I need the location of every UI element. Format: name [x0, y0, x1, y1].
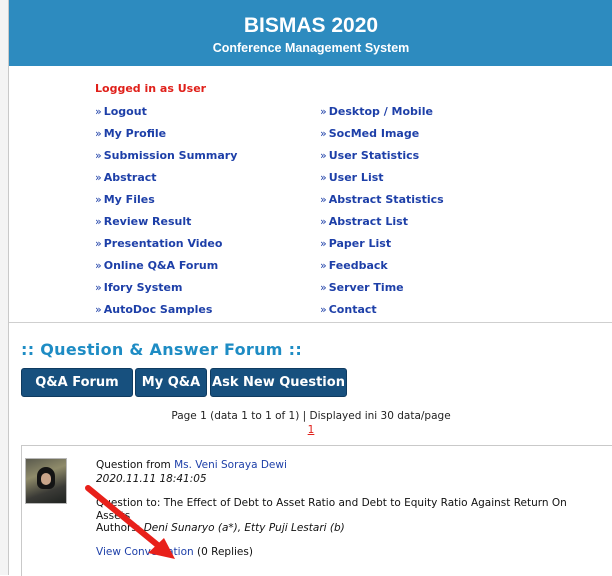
my-qa-button[interactable]: My Q&A	[135, 368, 207, 397]
menu-item-user-statistics[interactable]: » User Statistics	[320, 149, 419, 162]
bullet-icon: »	[95, 171, 102, 184]
bullet-icon: »	[95, 193, 102, 206]
avatar	[25, 458, 67, 504]
site-subtitle: Conference Management System	[212, 41, 410, 55]
menu-item-online-qa-forum[interactable]: » Online Q&A Forum	[95, 259, 218, 272]
menu-item-abstract-statistics[interactable]: » Abstract Statistics	[320, 193, 444, 206]
bullet-icon: »	[95, 105, 102, 118]
menu-item-abstract[interactable]: » Abstract	[95, 171, 157, 184]
menu-item-ifory-system[interactable]: » Ifory System	[95, 281, 182, 294]
bullet-icon: »	[320, 281, 327, 294]
view-conversation-link[interactable]: View Conversation	[96, 546, 194, 558]
question-to-continued: Assets	[96, 510, 131, 522]
site-header: BISMAS 2020 Conference Management System	[9, 0, 612, 66]
bullet-icon: »	[95, 215, 102, 228]
menu-item-paper-list[interactable]: » Paper List	[320, 237, 391, 250]
menu-item-presentation-video[interactable]: » Presentation Video	[95, 237, 222, 250]
menu-item-autodoc-samples[interactable]: » AutoDoc Samples	[95, 303, 212, 316]
bullet-icon: »	[320, 215, 327, 228]
bullet-icon: »	[320, 171, 327, 184]
question-datetime: 2020.11.11 18:41:05	[96, 473, 207, 485]
menu-item-socmed-image[interactable]: » SocMed Image	[320, 127, 419, 140]
forum-heading: :: Question & Answer Forum ::	[21, 340, 303, 359]
menu-item-review-result[interactable]: » Review Result	[95, 215, 191, 228]
left-margin	[0, 0, 8, 575]
bullet-icon: »	[95, 281, 102, 294]
menu-item-server-time[interactable]: » Server Time	[320, 281, 404, 294]
bullet-icon: »	[320, 105, 327, 118]
bullet-icon: »	[95, 149, 102, 162]
logged-in-status: Logged in as User	[95, 82, 207, 95]
menu-item-user-list[interactable]: » User List	[320, 171, 384, 184]
qa-forum-button[interactable]: Q&A Forum	[21, 368, 133, 397]
bullet-icon: »	[95, 237, 102, 250]
bullet-icon: »	[320, 259, 327, 272]
bullet-icon: »	[95, 127, 102, 140]
menu-item-desktop-mobile[interactable]: » Desktop / Mobile	[320, 105, 433, 118]
user-menu: Logged in as User » Logout » My Profile » S…	[9, 66, 612, 323]
bullet-icon: »	[320, 237, 327, 250]
page-frame: BISMAS 2020 Conference Management System…	[8, 0, 612, 576]
bullet-icon: »	[320, 193, 327, 206]
menu-item-submission-summary[interactable]: » Submission Summary	[95, 149, 237, 162]
ask-new-question-button[interactable]: Ask New Question	[210, 368, 347, 397]
bullet-icon: »	[320, 127, 327, 140]
menu-item-feedback[interactable]: » Feedback	[320, 259, 388, 272]
menu-item-my-profile[interactable]: » My Profile	[95, 127, 166, 140]
bullet-icon: »	[320, 303, 327, 316]
bullet-icon: »	[95, 259, 102, 272]
menu-item-abstract-list[interactable]: » Abstract List	[320, 215, 408, 228]
menu-item-logout[interactable]: » Logout	[95, 105, 147, 118]
site-title: BISMAS 2020	[243, 14, 379, 37]
bullet-icon: »	[95, 303, 102, 316]
menu-item-contact[interactable]: » Contact	[320, 303, 377, 316]
question-authors: Authors: Deni Sunaryo (a*), Etty Puji Le…	[96, 522, 345, 534]
reply-count: (0 Replies)	[193, 546, 253, 558]
question-from: Question from Ms. Veni Soraya Dewi	[96, 459, 287, 471]
page-link-1[interactable]: 1	[9, 424, 612, 436]
menu-item-my-files[interactable]: » My Files	[95, 193, 155, 206]
question-to: Question to: The Effect of Debt to Asset…	[96, 497, 567, 509]
author-link[interactable]: Ms. Veni Soraya Dewi	[174, 459, 287, 471]
bullet-icon: »	[320, 149, 327, 162]
question-actions: View Conversation (0 Replies)	[96, 546, 253, 558]
pagination-info: Page 1 (data 1 to 1 of 1) | Displayed in…	[171, 410, 451, 422]
